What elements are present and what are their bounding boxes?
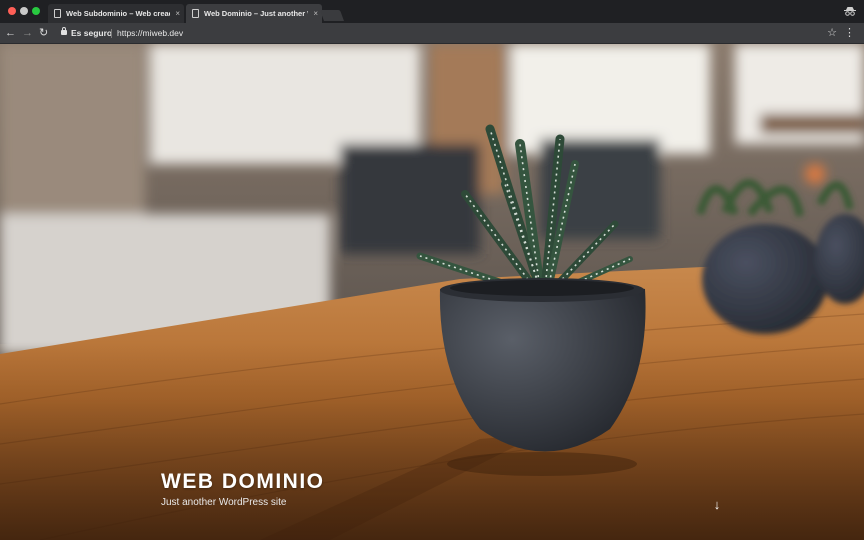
tab-close-icon[interactable]: ×	[175, 4, 180, 23]
page-icon	[192, 9, 199, 18]
tab-close-icon[interactable]: ×	[313, 4, 318, 23]
incognito-icon	[844, 7, 856, 16]
window-maximize-button[interactable]	[32, 7, 40, 15]
tab-strip: Web Subdominio – Web creada × Web Domini…	[0, 0, 864, 23]
tab-web-subdominio[interactable]: Web Subdominio – Web creada ×	[48, 4, 184, 23]
url-text[interactable]: https://miweb.dev	[117, 25, 183, 42]
forward-arrow-icon[interactable]: →	[22, 25, 33, 41]
tab-web-dominio[interactable]: Web Dominio – Just another WordPress sit…	[186, 4, 322, 23]
bookmark-star-icon[interactable]: ☆	[827, 25, 837, 41]
window-close-button[interactable]	[8, 7, 16, 15]
tab-title: Web Dominio – Just another WordPress sit…	[204, 9, 308, 18]
browser-toolbar: ← → ↻ Es seguro https://miweb.dev ☆ ⋮	[0, 23, 864, 44]
address-separator	[111, 29, 112, 38]
page-icon	[54, 9, 61, 18]
new-tab-button[interactable]	[319, 10, 345, 21]
window-minimize-button[interactable]	[20, 7, 28, 15]
lock-icon	[61, 27, 67, 35]
kebab-menu-icon[interactable]: ⋮	[844, 25, 855, 41]
security-label[interactable]: Es seguro	[71, 25, 112, 42]
hero-image	[0, 44, 864, 540]
site-description: Just another WordPress site	[161, 497, 287, 508]
arrow-down-icon[interactable]: ↓	[710, 498, 724, 512]
address-bar[interactable]: Es seguro https://miweb.dev	[58, 25, 824, 42]
tab-title: Web Subdominio – Web creada	[66, 9, 170, 18]
back-arrow-icon[interactable]: ←	[5, 25, 16, 41]
web-page: WEB DOMINIO Just another WordPress site …	[0, 44, 864, 540]
reload-icon[interactable]: ↻	[39, 25, 48, 41]
site-title[interactable]: WEB DOMINIO	[161, 470, 325, 494]
